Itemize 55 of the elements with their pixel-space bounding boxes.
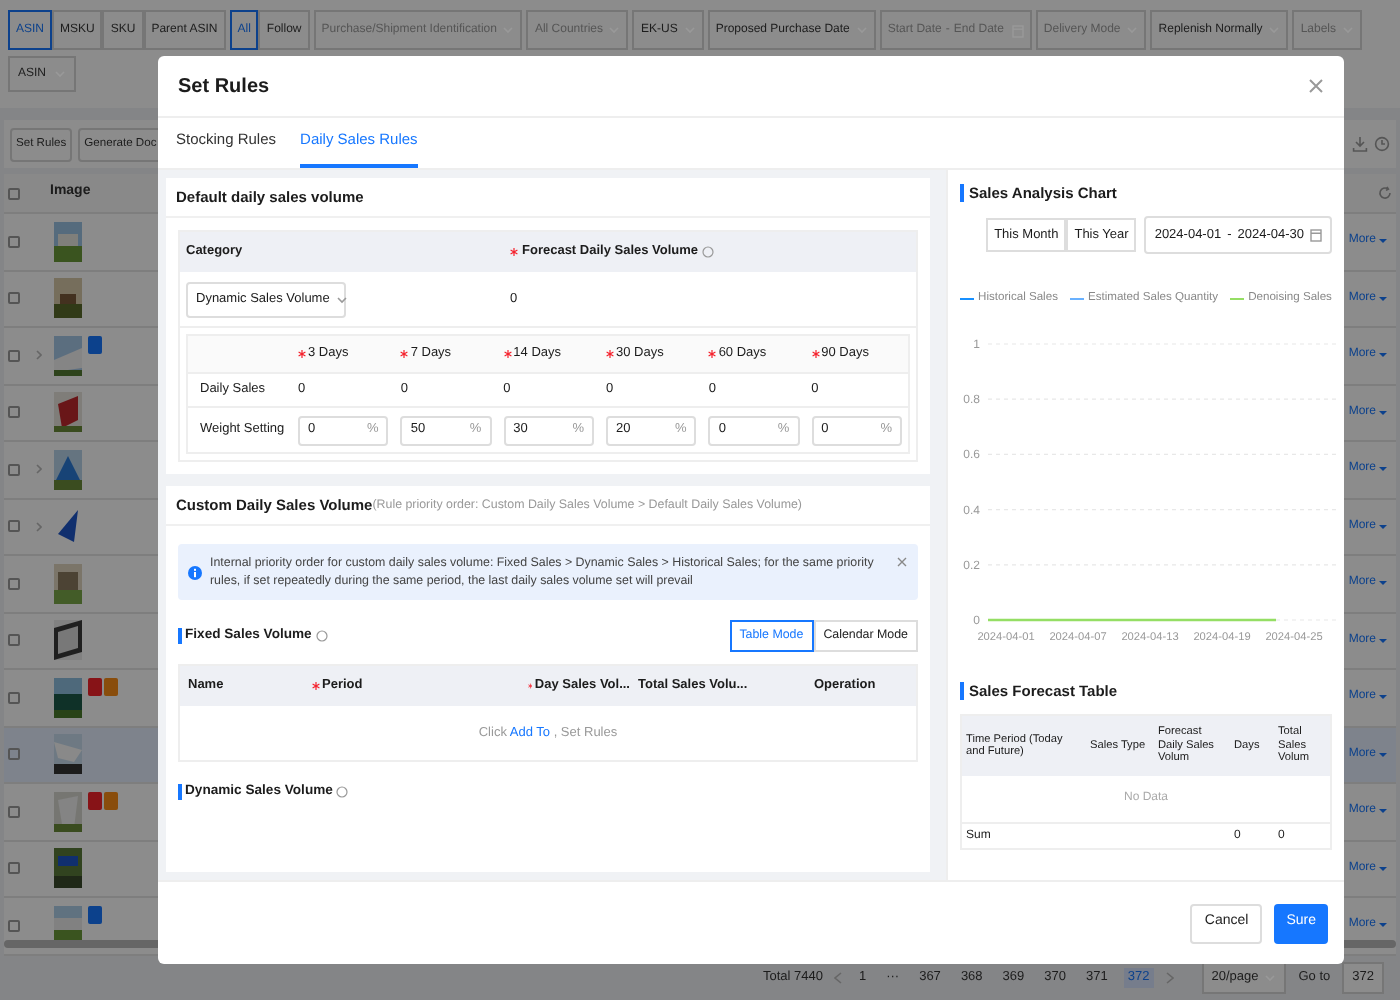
required-icon — [400, 350, 409, 358]
accent-bar — [178, 784, 181, 801]
close-icon[interactable] — [1308, 78, 1324, 94]
caret-icon — [1378, 580, 1388, 587]
clock-icon[interactable] — [1374, 136, 1390, 152]
caret-icon — [1378, 694, 1388, 701]
checkbox[interactable] — [8, 463, 20, 476]
help-icon — [702, 246, 715, 258]
required-icon — [708, 350, 717, 358]
checkbox[interactable] — [8, 862, 20, 875]
required-icon — [811, 350, 820, 358]
caret-icon — [1378, 865, 1388, 872]
required-icon — [510, 248, 518, 256]
caret-icon — [1378, 523, 1388, 530]
required-icon — [298, 350, 306, 358]
caret-icon — [335, 295, 348, 303]
checkbox[interactable] — [8, 349, 20, 362]
help-icon — [315, 630, 328, 642]
close-icon[interactable] — [896, 556, 908, 568]
caret-icon — [1378, 751, 1388, 758]
checkbox[interactable] — [8, 406, 20, 419]
caret-icon — [1378, 637, 1388, 644]
checkbox[interactable] — [8, 187, 20, 199]
expand-icon[interactable] — [35, 521, 41, 532]
caret-icon — [1378, 238, 1388, 245]
checkbox[interactable] — [8, 919, 20, 932]
caret-icon — [1378, 808, 1388, 815]
caret-icon — [1378, 295, 1388, 302]
expand-icon[interactable] — [35, 464, 41, 475]
expand-icon[interactable] — [35, 350, 41, 361]
accent-bar — [960, 184, 963, 203]
caret-icon — [1378, 409, 1388, 416]
checkbox[interactable] — [8, 235, 20, 248]
checkbox[interactable] — [8, 292, 20, 305]
required-icon — [605, 350, 614, 358]
next-icon[interactable] — [1165, 972, 1174, 984]
accent-bar — [178, 628, 181, 644]
checkbox[interactable] — [8, 577, 20, 590]
calendar-icon — [1310, 228, 1322, 243]
previous-icon[interactable] — [834, 972, 843, 984]
accent-bar — [960, 682, 963, 701]
checkbox[interactable] — [8, 520, 20, 533]
dialog-title: Set Rules — [178, 73, 270, 101]
checkbox[interactable] — [8, 634, 20, 647]
checkbox[interactable] — [8, 805, 20, 818]
download-icon[interactable] — [1352, 136, 1368, 152]
refresh-icon[interactable] — [1378, 186, 1392, 200]
caret-icon — [1378, 466, 1388, 473]
info-icon — [188, 565, 202, 579]
caret-icon — [1378, 352, 1388, 359]
caret-icon — [1378, 922, 1388, 929]
required-icon — [503, 350, 512, 358]
help-icon — [336, 786, 349, 799]
checkbox[interactable] — [8, 691, 20, 704]
checkbox[interactable] — [8, 748, 20, 761]
